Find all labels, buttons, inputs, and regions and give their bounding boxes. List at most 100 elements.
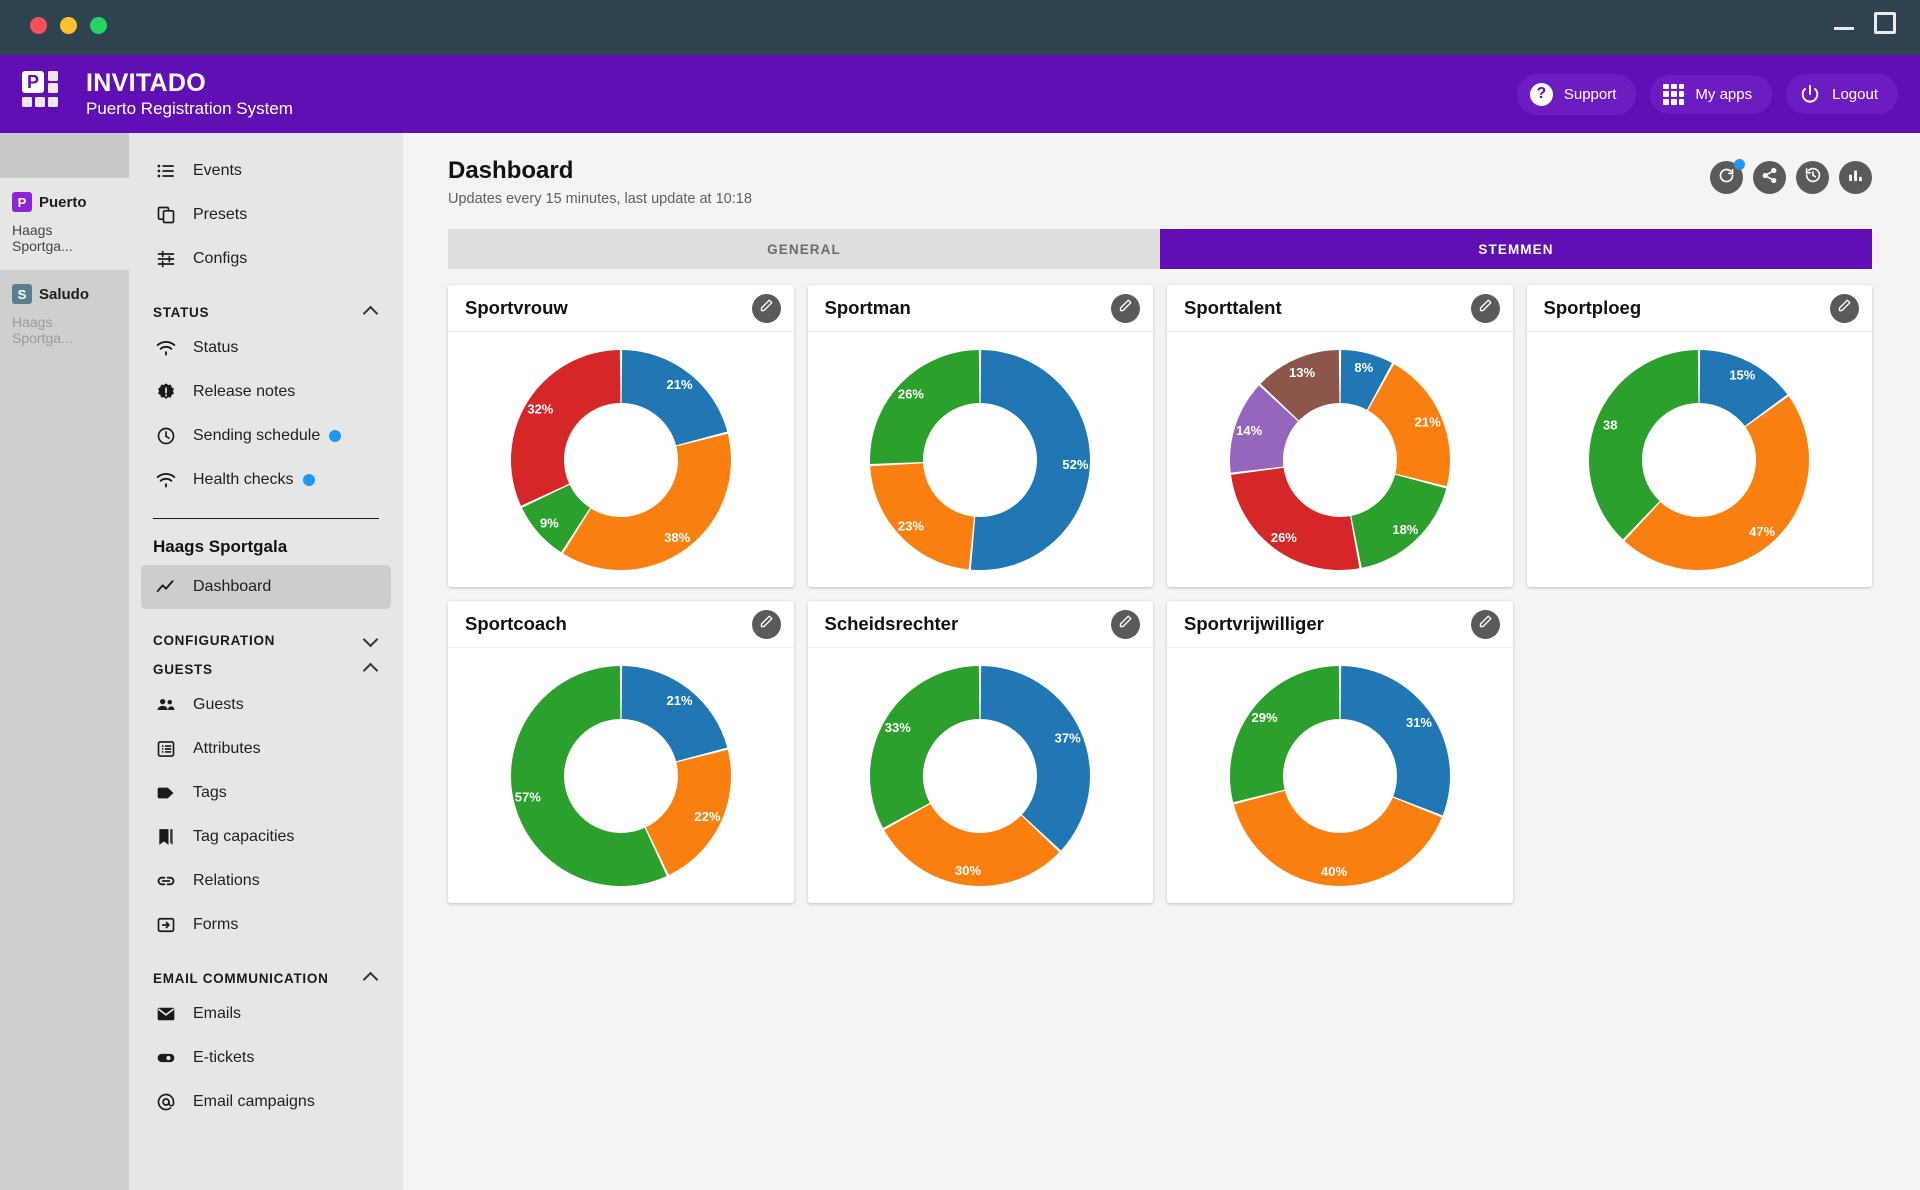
sidebar-item-sending-schedule[interactable]: Sending schedule (141, 414, 391, 458)
donut-slice[interactable] (1230, 467, 1360, 570)
sidebar-item-status-label: Status (193, 339, 239, 356)
chart-card-body: 37% 30% 33% (808, 648, 1154, 903)
sidebar-item-health-checks-label: Health checks (193, 471, 294, 488)
svg-text:P: P (27, 72, 39, 92)
donut-slice[interactable] (621, 349, 728, 445)
my-apps-button[interactable]: My apps (1650, 74, 1773, 114)
donut-slice-label: 13% (1289, 364, 1315, 379)
form-arrow-icon (153, 915, 179, 935)
edit-chart-button[interactable] (1470, 293, 1500, 323)
link-icon (153, 871, 179, 891)
donut-slice[interactable] (621, 665, 728, 761)
donut-slice[interactable] (510, 349, 621, 506)
chart-card-body: 15% 47% 38 (1527, 332, 1873, 587)
donut-slice-label: 23% (898, 518, 924, 533)
sidebar-item-status[interactable]: Status (141, 326, 391, 370)
tab-stemmen[interactable]: STEMMEN (1160, 229, 1872, 269)
logout-button[interactable]: Logout (1786, 74, 1898, 114)
bar-chart-button[interactable] (1839, 161, 1872, 194)
support-button[interactable]: ? Support (1516, 73, 1637, 115)
donut-slice[interactable] (1229, 665, 1340, 802)
donut-slice[interactable] (1589, 349, 1699, 539)
chart-card: Sportvrijwilliger 31% 40% 29% (1167, 601, 1513, 903)
sidebar-item-attributes[interactable]: Attributes (141, 727, 391, 771)
refresh-button[interactable] (1710, 159, 1745, 194)
minimize-icon[interactable] (1834, 14, 1854, 32)
sidebar-item-health-checks[interactable]: Health checks (141, 458, 391, 502)
donut-slice-label: 21% (666, 693, 692, 708)
zoom-window-button[interactable] (90, 17, 107, 34)
donut-slice-label: 38 (1603, 417, 1617, 432)
sidebar-item-e-tickets[interactable]: E-tickets (141, 1036, 391, 1080)
donut-slice[interactable] (870, 665, 980, 828)
sidebar-item-presets[interactable]: Presets (141, 193, 391, 237)
share-button[interactable] (1753, 161, 1786, 194)
sidebar-item-tag-capacities[interactable]: Tag capacities (141, 815, 391, 859)
sidebar-item-emails[interactable]: Emails (141, 992, 391, 1036)
close-window-button[interactable] (30, 17, 47, 34)
chevron-down-icon (364, 634, 377, 647)
chevron-up-icon (364, 972, 377, 985)
badge-alert-icon (153, 382, 179, 402)
sidebar-item-events-label: Events (193, 162, 242, 179)
app-rail-item-saludo[interactable]: S Saludo Haags Sportga... (0, 270, 129, 362)
chart-card-header: Sportvrouw (448, 285, 794, 332)
sidebar-item-relations-label: Relations (193, 872, 260, 889)
donut-slice[interactable] (870, 349, 980, 464)
edit-chart-button[interactable] (1111, 293, 1140, 323)
history-icon (1804, 166, 1822, 189)
sidebar-item-guests[interactable]: Guests (141, 683, 391, 727)
sidebar-item-release-notes-label: Release notes (193, 383, 296, 400)
tag-icon (153, 783, 179, 803)
chart-card-title: Sporttalent (1184, 297, 1282, 318)
edit-chart-button[interactable] (1830, 293, 1859, 323)
sidebar-item-configs[interactable]: Configs (141, 237, 391, 281)
sidebar-section-email-communication[interactable]: EMAIL COMMUNICATION (153, 971, 377, 986)
pencil-icon (759, 298, 774, 318)
grid-apps-icon (1663, 83, 1685, 105)
wifi-icon (153, 338, 179, 358)
chevron-up-icon (364, 663, 377, 676)
edit-chart-button[interactable] (751, 609, 781, 639)
puerto-name: Puerto (39, 193, 87, 211)
donut-slice-label: 18% (1392, 522, 1418, 537)
edit-chart-button[interactable] (751, 293, 781, 323)
sidebar-item-relations[interactable]: Relations (141, 859, 391, 903)
chart-card-body: 21% 38% 9% 32% (448, 332, 794, 587)
sidebar-item-tags[interactable]: Tags (141, 771, 391, 815)
sidebar-item-dashboard[interactable]: Dashboard (141, 565, 391, 609)
app-rail-item-puerto[interactable]: P Puerto Haags Sportga... (0, 178, 129, 270)
chart-card-title: Scheidsrechter (824, 613, 959, 634)
donut-slice[interactable] (980, 665, 1091, 850)
donut-slice-label: 37% (1055, 730, 1081, 745)
puerto-badge-icon: P (12, 192, 32, 212)
sidebar-item-e-tickets-label: E-tickets (193, 1049, 255, 1066)
donut-slice-label: 40% (1321, 863, 1347, 878)
sidebar-item-forms[interactable]: Forms (141, 903, 391, 947)
edit-chart-button[interactable] (1470, 609, 1500, 639)
minimize-window-button[interactable] (60, 17, 77, 34)
sidebar-section-guests[interactable]: GUESTS (153, 662, 377, 677)
donut-slice[interactable] (1340, 665, 1450, 815)
sidebar-item-presets-label: Presets (193, 206, 248, 223)
support-label: Support (1563, 85, 1617, 103)
donut-slice-label: 26% (1271, 529, 1297, 544)
tab-general[interactable]: GENERAL (448, 229, 1160, 269)
donut-slice-label: 47% (1749, 524, 1775, 539)
history-button[interactable] (1796, 161, 1829, 194)
donut-chart: 21% 38% 9% 32% (505, 344, 737, 576)
sidebar-section-configuration[interactable]: CONFIGURATION (153, 633, 377, 648)
sidebar-item-events[interactable]: Events (141, 149, 391, 193)
donut-slice-label: 32% (527, 401, 553, 416)
donut-slice[interactable] (870, 462, 975, 569)
edit-chart-button[interactable] (1111, 609, 1140, 639)
brand-title: INVITADO (86, 69, 206, 98)
maximize-icon[interactable] (1874, 12, 1896, 34)
sidebar-section-status[interactable]: STATUS (153, 305, 377, 320)
chart-card-title: Sportvrijwilliger (1184, 613, 1324, 634)
donut-slice[interactable] (562, 433, 731, 570)
question-circle-icon: ? (1529, 82, 1553, 106)
sidebar-item-release-notes[interactable]: Release notes (141, 370, 391, 414)
brand[interactable]: P INVITADO Puerto Registration System (20, 69, 293, 119)
sidebar-item-email-campaigns[interactable]: Email campaigns (141, 1080, 391, 1124)
